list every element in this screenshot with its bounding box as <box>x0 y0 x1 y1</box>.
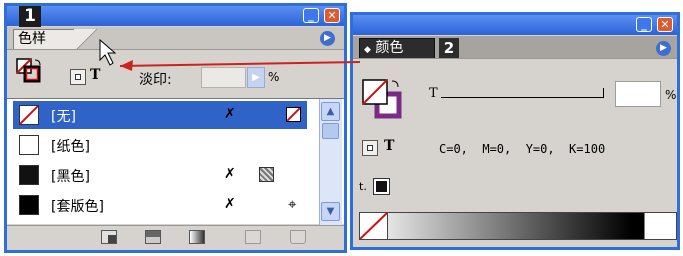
callout-arrow <box>99 38 361 71</box>
